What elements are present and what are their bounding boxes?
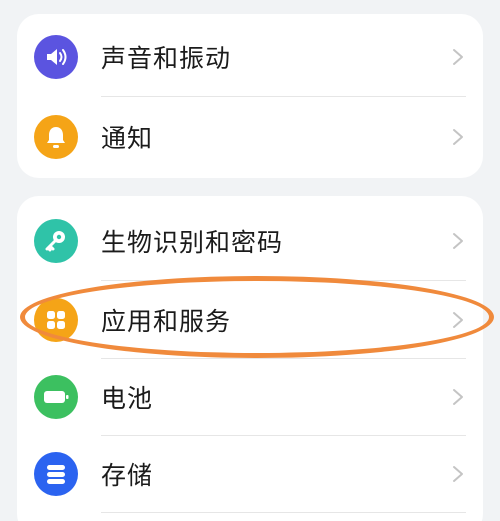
settings-item-storage[interactable]: 存储 [17, 435, 483, 513]
chevron-right-icon [453, 49, 463, 65]
settings-item-notifications[interactable]: 通知 [17, 98, 483, 176]
sound-label: 声音和振动 [101, 44, 232, 73]
chevron-right-icon [453, 233, 463, 249]
storage-label: 存储 [101, 461, 154, 490]
settings-group-1: 声音和振动 通知 [17, 14, 483, 178]
biometrics-label: 生物识别和密码 [101, 228, 284, 257]
storage-icon [34, 452, 78, 496]
settings-item-sound[interactable]: 声音和振动 [17, 18, 483, 96]
settings-item-apps[interactable]: 应用和服务 [17, 281, 483, 359]
battery-icon [34, 375, 78, 419]
chevron-right-icon [453, 312, 463, 328]
notifications-label: 通知 [101, 124, 154, 153]
speaker-icon [34, 35, 78, 79]
settings-group-2: 生物识别和密码 应用和服务 电池 存储 [17, 196, 483, 521]
divider [101, 96, 466, 97]
chevron-right-icon [453, 389, 463, 405]
chevron-right-icon [453, 466, 463, 482]
apps-icon [34, 298, 78, 342]
key-icon [34, 219, 78, 263]
bell-icon [34, 115, 78, 159]
settings-item-biometrics[interactable]: 生物识别和密码 [17, 202, 483, 280]
battery-label: 电池 [101, 384, 154, 413]
settings-item-battery[interactable]: 电池 [17, 358, 483, 436]
chevron-right-icon [453, 129, 463, 145]
apps-label: 应用和服务 [101, 307, 232, 336]
divider [101, 512, 466, 513]
